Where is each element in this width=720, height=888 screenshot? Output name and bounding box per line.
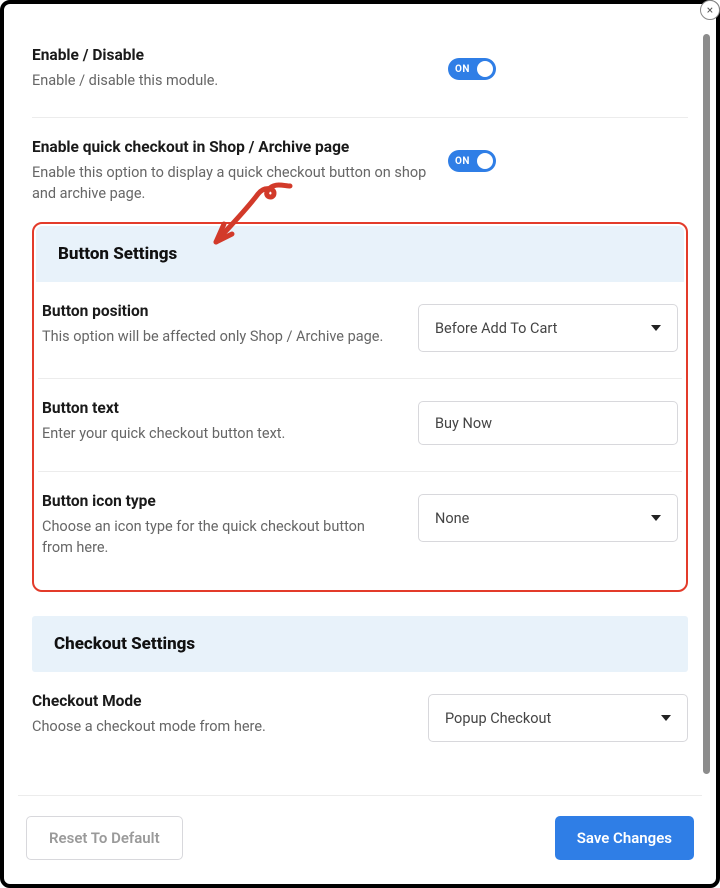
close-button[interactable]: × [700,0,720,20]
toggle-label: ON [455,64,470,75]
select-value: None [435,510,469,527]
setting-control: ON [448,46,688,80]
setting-label: Enable / Disable Enable / disable this m… [32,46,428,91]
setting-row-quick-checkout: Enable quick checkout in Shop / Archive … [32,118,688,222]
setting-title: Checkout Mode [32,692,408,710]
setting-control: Before Add To Cart [418,302,678,352]
setting-control [418,399,678,445]
close-icon: × [707,3,713,17]
setting-row-button-icon: Button icon type Choose an icon type for… [38,472,682,584]
button-icon-select[interactable]: None [418,494,678,542]
setting-title: Enable quick checkout in Shop / Archive … [32,138,428,156]
button-label: Save Changes [577,829,672,847]
button-settings-highlight: Button Settings Button position This opt… [32,222,688,592]
setting-label: Enable quick checkout in Shop / Archive … [32,138,428,204]
setting-desc: Enable / disable this module. [32,70,428,91]
section-header-button-settings: Button Settings [36,226,684,282]
setting-label: Button icon type Choose an icon type for… [42,492,398,558]
select-value: Popup Checkout [445,710,551,727]
toggle-knob [477,61,493,77]
button-text-input[interactable] [418,401,678,445]
setting-control: ON [448,138,688,172]
setting-desc: Choose a checkout mode from here. [32,716,408,737]
chevron-down-icon [651,515,661,521]
setting-label: Button text Enter your quick checkout bu… [42,399,398,444]
setting-desc: Enter your quick checkout button text. [42,423,398,444]
modal-frame: × Enable / Disable Enable / disable this… [0,0,720,888]
reset-button[interactable]: Reset To Default [26,816,183,860]
setting-title: Enable / Disable [32,46,428,64]
scrollbar[interactable] [703,34,710,774]
select-value: Before Add To Cart [435,320,557,337]
footer: Reset To Default Save Changes [18,795,702,870]
setting-row-checkout-mode: Checkout Mode Choose a checkout mode fro… [32,672,688,768]
setting-control: Popup Checkout [428,692,688,742]
save-button[interactable]: Save Changes [555,816,694,860]
setting-title: Button text [42,399,398,417]
setting-row-button-position: Button position This option will be affe… [38,282,682,379]
setting-control: None [418,492,678,542]
setting-title: Button position [42,302,398,320]
settings-content: Enable / Disable Enable / disable this m… [18,16,702,768]
quick-checkout-toggle[interactable]: ON [448,150,496,172]
setting-desc: This option will be affected only Shop /… [42,326,398,347]
section-header-checkout-settings: Checkout Settings [32,616,688,672]
setting-row-button-text: Button text Enter your quick checkout bu… [38,379,682,472]
setting-label: Checkout Mode Choose a checkout mode fro… [32,692,408,737]
chevron-down-icon [651,325,661,331]
section-title: Checkout Settings [54,634,666,654]
setting-title: Button icon type [42,492,398,510]
button-label: Reset To Default [49,829,160,847]
setting-row-enable: Enable / Disable Enable / disable this m… [32,26,688,118]
toggle-knob [477,153,493,169]
setting-label: Button position This option will be affe… [42,302,398,347]
button-position-select[interactable]: Before Add To Cart [418,304,678,352]
chevron-down-icon [661,715,671,721]
checkout-mode-select[interactable]: Popup Checkout [428,694,688,742]
setting-desc: Choose an icon type for the quick checko… [42,516,398,558]
section-title: Button Settings [58,244,662,264]
enable-toggle[interactable]: ON [448,58,496,80]
scroll-region: Enable / Disable Enable / disable this m… [18,16,702,784]
setting-desc: Enable this option to display a quick ch… [32,162,428,204]
toggle-label: ON [455,156,470,167]
